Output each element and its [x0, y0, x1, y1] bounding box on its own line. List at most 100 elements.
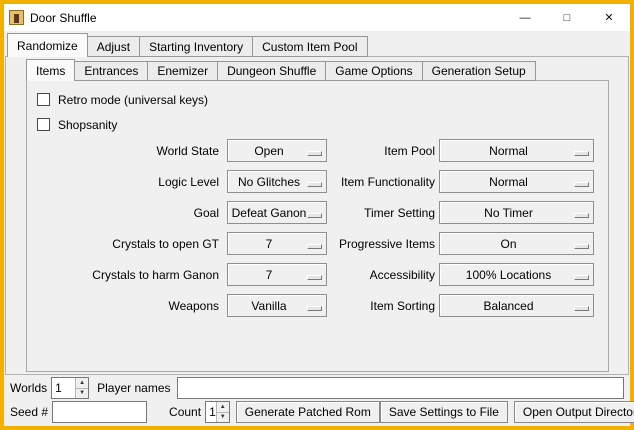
option-row: Weapons Vanilla Item Sorting Balanced — [27, 294, 608, 317]
timer-setting-value: No Timer — [440, 206, 593, 220]
outer-tab-bar: Randomize Adjust Starting Inventory Cust… — [7, 33, 368, 57]
client-area: Randomize Adjust Starting Inventory Cust… — [4, 31, 630, 426]
item-pool-dropdown[interactable]: Normal — [439, 139, 594, 162]
accessibility-label: Accessibility — [327, 268, 435, 282]
dropdown-indicator-icon — [307, 244, 322, 249]
maximize-button[interactable]: □ — [546, 4, 588, 31]
seed-row: Seed # Count 1 ▲ ▼ Generate Patched Rom … — [10, 401, 624, 423]
tab-randomize[interactable]: Randomize — [7, 33, 88, 57]
item-sorting-dropdown[interactable]: Balanced — [439, 294, 594, 317]
worlds-label: Worlds — [10, 381, 47, 395]
weapons-label: Weapons — [27, 299, 219, 313]
worlds-spinbox[interactable]: 1 ▲ ▼ — [51, 377, 89, 399]
tab-generation-setup[interactable]: Generation Setup — [422, 61, 536, 81]
dropdown-indicator-icon — [574, 244, 589, 249]
generate-patched-rom-button[interactable]: Generate Patched Rom — [236, 401, 380, 423]
world-state-label: World State — [27, 144, 219, 158]
tab-items[interactable]: Items — [26, 59, 75, 81]
dropdown-indicator-icon — [307, 306, 322, 311]
dropdown-indicator-icon — [574, 275, 589, 280]
crystals-gt-dropdown[interactable]: 7 — [227, 232, 327, 255]
timer-setting-label: Timer Setting — [327, 206, 435, 220]
player-names-input[interactable] — [177, 377, 625, 399]
dropdown-indicator-icon — [574, 306, 589, 311]
worlds-spin-buttons: ▲ ▼ — [75, 378, 88, 398]
count-spin-up-button[interactable]: ▲ — [217, 402, 229, 412]
spin-down-icon: ▼ — [79, 390, 85, 396]
item-functionality-dropdown[interactable]: Normal — [439, 170, 594, 193]
option-row: Logic Level No Glitches Item Functionali… — [27, 170, 608, 193]
dropdown-indicator-icon — [574, 182, 589, 187]
tab-starting-inventory[interactable]: Starting Inventory — [139, 36, 253, 57]
logic-level-label: Logic Level — [27, 175, 219, 189]
inner-tab-bar: Items Entrances Enemizer Dungeon Shuffle… — [26, 59, 536, 81]
spin-up-icon: ▲ — [79, 380, 85, 386]
dropdown-indicator-icon — [307, 213, 322, 218]
world-state-dropdown[interactable]: Open — [227, 139, 327, 162]
crystals-gt-label: Crystals to open GT — [27, 237, 219, 251]
timer-setting-dropdown[interactable]: No Timer — [439, 201, 594, 224]
randomize-pane: Items Entrances Enemizer Dungeon Shuffle… — [5, 56, 629, 375]
dropdown-indicator-icon — [574, 213, 589, 218]
weapons-dropdown[interactable]: Vanilla — [227, 294, 327, 317]
close-icon: ✕ — [604, 11, 613, 24]
tab-custom-item-pool[interactable]: Custom Item Pool — [252, 36, 367, 57]
goal-label: Goal — [27, 206, 219, 220]
dropdown-indicator-icon — [307, 151, 322, 156]
item-functionality-value: Normal — [440, 175, 593, 189]
count-value: 1 — [206, 402, 216, 422]
logic-level-dropdown[interactable]: No Glitches — [227, 170, 327, 193]
open-output-directory-button[interactable]: Open Output Directory — [514, 401, 634, 423]
items-pane: Retro mode (universal keys) Shopsanity W… — [26, 80, 609, 372]
dropdown-indicator-icon — [307, 182, 322, 187]
titlebar: Door Shuffle — □ ✕ — [4, 4, 630, 31]
app-icon-door-glyph — [14, 14, 19, 23]
item-pool-value: Normal — [440, 144, 593, 158]
shopsanity-checkbox[interactable] — [37, 118, 50, 131]
worlds-row: Worlds 1 ▲ ▼ Player names — [10, 377, 624, 399]
tab-enemizer[interactable]: Enemizer — [147, 61, 218, 81]
option-row: Goal Defeat Ganon Timer Setting No Timer — [27, 201, 608, 224]
player-names-label: Player names — [97, 381, 170, 395]
minimize-icon: — — [520, 12, 531, 24]
spin-up-icon: ▲ — [220, 404, 226, 410]
worlds-spin-down-button[interactable]: ▼ — [76, 388, 88, 399]
dropdown-indicator-icon — [307, 275, 322, 280]
count-spinbox[interactable]: 1 ▲ ▼ — [205, 401, 230, 423]
option-row: Crystals to harm Ganon 7 Accessibility 1… — [27, 263, 608, 286]
retro-mode-checkbox[interactable] — [37, 93, 50, 106]
worlds-spin-up-button[interactable]: ▲ — [76, 378, 88, 388]
spin-down-icon: ▼ — [220, 414, 226, 420]
progressive-items-dropdown[interactable]: On — [439, 232, 594, 255]
options-grid: World State Open Item Pool Normal Logic … — [27, 139, 608, 317]
save-settings-button[interactable]: Save Settings to File — [380, 401, 508, 423]
tab-game-options[interactable]: Game Options — [325, 61, 422, 81]
count-spin-down-button[interactable]: ▼ — [217, 412, 229, 423]
progressive-items-value: On — [440, 237, 593, 251]
shopsanity-row: Shopsanity — [27, 114, 608, 135]
accessibility-value: 100% Locations — [440, 268, 593, 282]
crystals-ganon-dropdown[interactable]: 7 — [227, 263, 327, 286]
window-title: Door Shuffle — [30, 11, 97, 25]
count-spin-buttons: ▲ ▼ — [216, 402, 229, 422]
shopsanity-label: Shopsanity — [58, 118, 117, 132]
close-button[interactable]: ✕ — [588, 4, 630, 31]
goal-dropdown[interactable]: Defeat Ganon — [227, 201, 327, 224]
worlds-value: 1 — [52, 378, 75, 398]
option-row: World State Open Item Pool Normal — [27, 139, 608, 162]
titlebar-buttons: — □ ✕ — [504, 4, 630, 31]
door-shuffle-window: Door Shuffle — □ ✕ Randomize Adjust Star… — [0, 0, 634, 430]
seed-input[interactable] — [52, 401, 147, 423]
retro-mode-label: Retro mode (universal keys) — [58, 93, 208, 107]
item-pool-label: Item Pool — [327, 144, 435, 158]
retro-mode-row: Retro mode (universal keys) — [27, 89, 608, 110]
tab-entrances[interactable]: Entrances — [74, 61, 148, 81]
minimize-button[interactable]: — — [504, 4, 546, 31]
item-functionality-label: Item Functionality — [327, 175, 435, 189]
seed-label: Seed # — [10, 405, 48, 419]
maximize-icon: □ — [564, 12, 571, 24]
tab-dungeon-shuffle[interactable]: Dungeon Shuffle — [217, 61, 326, 81]
dropdown-indicator-icon — [574, 151, 589, 156]
tab-adjust[interactable]: Adjust — [87, 36, 140, 57]
accessibility-dropdown[interactable]: 100% Locations — [439, 263, 594, 286]
